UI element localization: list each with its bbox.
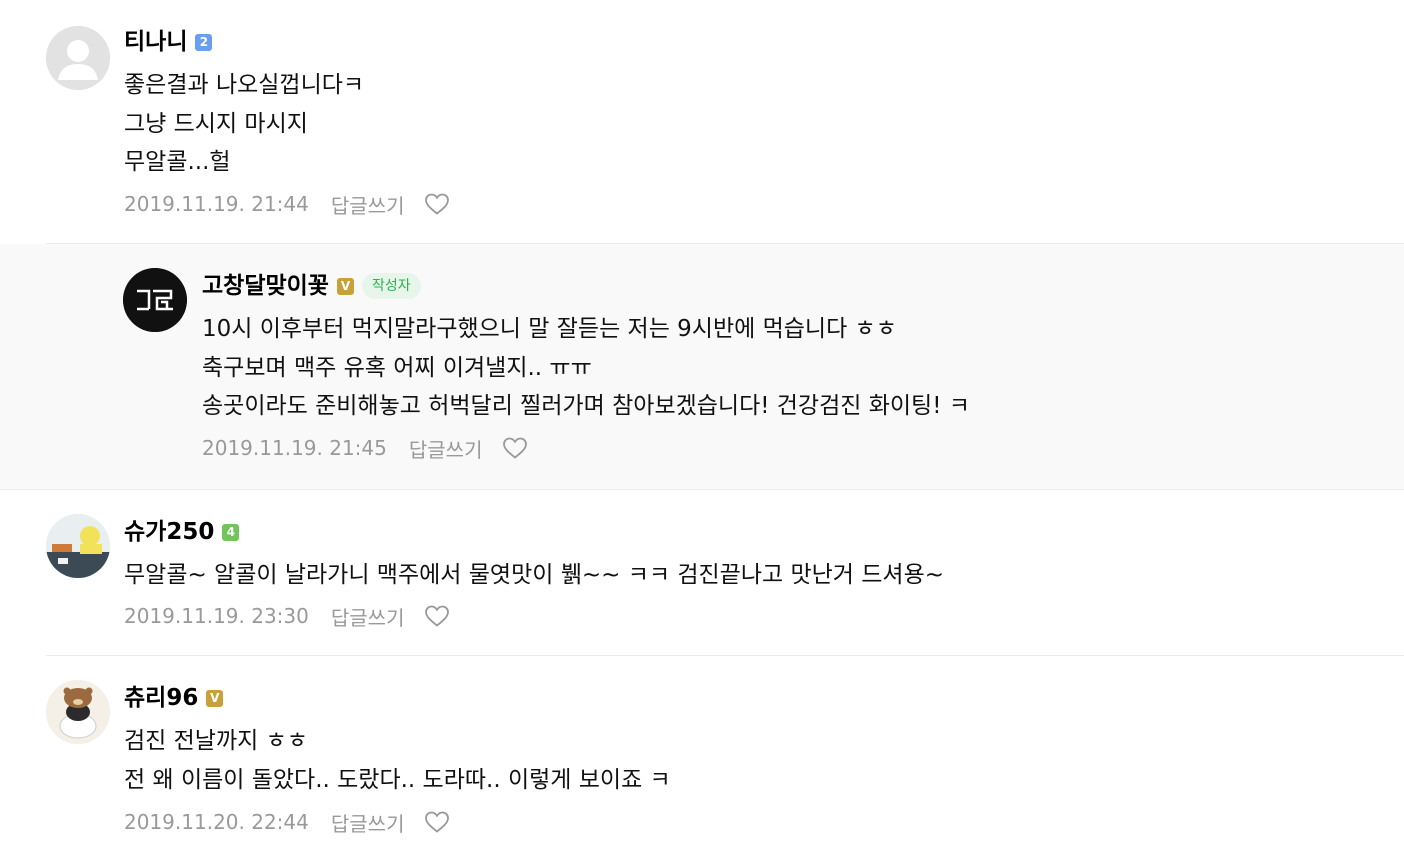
comment-date: 2019.11.19. 21:45 [202,436,387,460]
comment-header: 츄리96 V [124,683,224,713]
comment-meta: 2019.11.20. 22:44 답글쓰기 [124,808,450,836]
comment-text: 검진 전날까지 ㅎㅎ 전 왜 이름이 돌았다.. 도랐다.. 도라따.. 이렇게… [124,722,671,799]
comment-line: 전 왜 이름이 돌았다.. 도랐다.. 도라따.. 이렇게 보이죠 ㅋ [124,766,671,793]
comment-line: 좋은결과 나오실껍니다ㅋ [124,72,365,98]
comment-date: 2019.11.19. 23:30 [124,604,309,628]
comment-line: 송곳이라도 준비해놓고 허벅달리 찔러가며 참아보겠습니다! 건강검진 화이팅!… [202,393,970,419]
comment-text: 10시 이후부터 먹지말라구했으니 말 잘듣는 저는 9시반에 먹습니다 ㅎㅎ … [202,310,970,426]
comment-line: 무알콜~ 알콜이 날라가니 맥주에서 물엿맛이 뷁~~ ㅋㅋ 검진끝나고 맛난거… [124,562,945,588]
comment-text: 무알콜~ 알콜이 날라가니 맥주에서 물엿맛이 뷁~~ ㅋㅋ 검진끝나고 맛난거… [124,556,944,595]
comment-header: 슈가250 4 [124,517,240,547]
nickname[interactable]: 츄리96 [124,683,198,713]
comment-header: 고창달맞이꽃 V 작성자 [202,271,421,301]
comment-line: 무알콜...헐 [124,149,231,175]
comment-date: 2019.11.19. 21:44 [124,192,309,216]
heart-icon[interactable] [502,436,528,460]
reply-button[interactable]: 답글쓰기 [331,190,405,219]
heart-icon[interactable] [424,604,450,628]
nickname[interactable]: 고창달맞이꽃 [202,271,329,301]
profile-avatar[interactable] [46,514,110,578]
profile-avatar[interactable] [123,268,187,332]
comment-item: 츄리96 V 검진 전날까지 ㅎㅎ 전 왜 이름이 돌았다.. 도랐다.. 도라… [0,656,1404,858]
comment-meta: 2019.11.19. 23:30 답글쓰기 [124,602,450,630]
profile-avatar[interactable] [46,680,110,744]
bear-avatar-icon [46,680,110,744]
comment-item: 티나니 2 좋은결과 나오실껍니다ㅋ 그냥 드시지 마시지 무알콜...헐 20… [0,0,1404,244]
heart-icon[interactable] [424,192,450,216]
comment-date: 2019.11.20. 22:44 [124,810,309,834]
reply-button[interactable]: 답글쓰기 [331,602,405,631]
level-badge: V [336,277,354,295]
comment-line: 축구보며 맥주 유혹 어찌 이겨낼지.. ㅠㅠ [202,354,592,381]
level-badge: 2 [195,33,213,51]
comment-item: 슈가250 4 무알콜~ 알콜이 날라가니 맥주에서 물엿맛이 뷁~~ ㅋㅋ 검… [0,490,1404,656]
logo-avatar-icon [123,268,187,332]
comment-meta: 2019.11.19. 21:45 답글쓰기 [202,434,528,462]
reply-button[interactable]: 답글쓰기 [331,808,405,837]
comment-text: 좋은결과 나오실껍니다ㅋ 그냥 드시지 마시지 무알콜...헐 [124,66,364,182]
comment-header: 티나니 2 [124,27,213,57]
level-badge: V [206,689,224,707]
nickname[interactable]: 티나니 [124,27,187,57]
comment-line: 10시 이후부터 먹지말라구했으니 말 잘듣는 저는 9시반에 먹습니다 ㅎㅎ [202,316,897,342]
level-badge: 4 [222,523,240,541]
author-badge: 작성자 [361,273,421,299]
nickname[interactable]: 슈가250 [124,517,214,547]
person-silhouette-icon [46,26,110,90]
comment-meta: 2019.11.19. 21:44 답글쓰기 [124,190,450,218]
comment-line: 검진 전날까지 ㅎㅎ [124,728,308,754]
heart-icon[interactable] [424,810,450,834]
reply-button[interactable]: 답글쓰기 [409,434,483,463]
default-avatar[interactable] [46,26,110,90]
comment-line: 그냥 드시지 마시지 [124,110,308,137]
reply-comment-item: 고창달맞이꽃 V 작성자 10시 이후부터 먹지말라구했으니 말 잘듣는 저는 … [0,244,1404,490]
photo-avatar-icon [46,514,110,578]
